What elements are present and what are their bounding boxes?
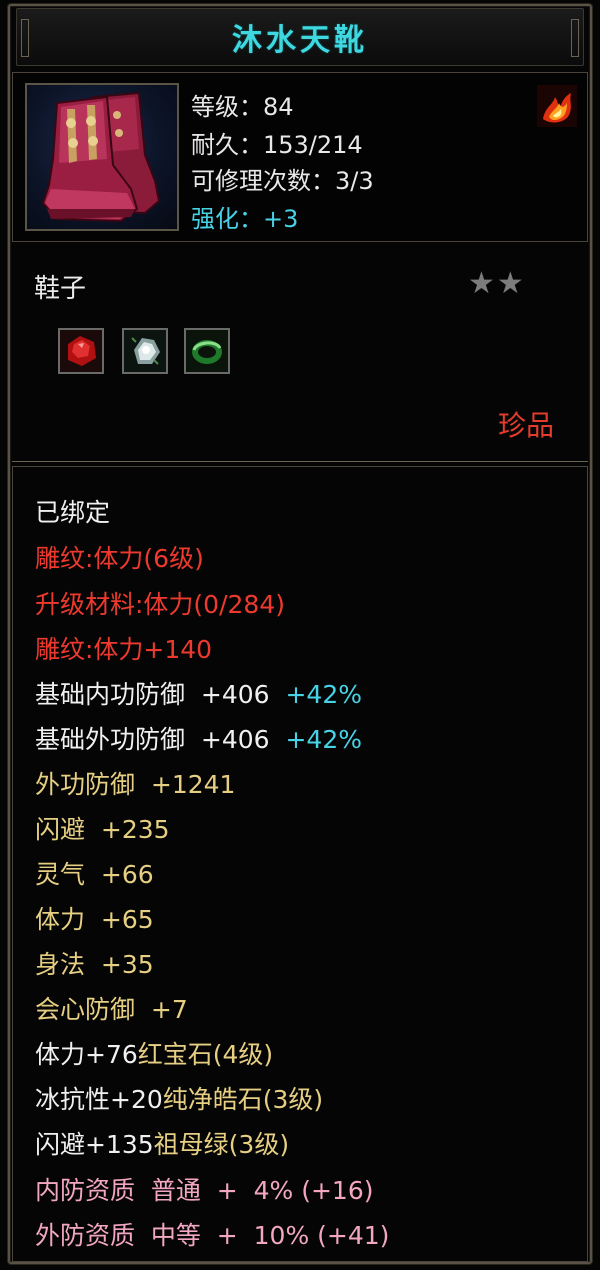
- item-quality: 珍品: [497, 409, 554, 442]
- base-outer-defense-label: 基础外功防御 +406: [35, 725, 270, 754]
- attribute-line: 体力 +65: [35, 905, 154, 934]
- item-enhance: 强化：+3: [191, 205, 299, 233]
- base-inner-defense-label: 基础内功防御 +406: [35, 680, 270, 709]
- flame-icon: [537, 85, 577, 127]
- item-repair-count: 可修理次数：3/3: [191, 167, 374, 195]
- socket-line: 体力+76红宝石(4级): [35, 1035, 273, 1071]
- attribute-line: 会心防御 +7: [35, 995, 188, 1024]
- white-diamond-gem-icon[interactable]: [122, 328, 168, 374]
- item-durability: 耐久：153/214: [191, 131, 363, 159]
- item-tooltip: 沐水天靴 等级：84 耐久：153/214 可修理次数：3/3 强化：+3 鞋子…: [0, 0, 600, 1270]
- base-inner-defense-bonus: +42%: [285, 680, 362, 709]
- bound-status: 已绑定: [35, 498, 111, 527]
- item-type: 鞋子: [34, 274, 87, 304]
- engraving-upgrade-material: 升级材料:体力(0/284): [35, 590, 285, 619]
- socket-gem: 红宝石(4级): [137, 1040, 274, 1069]
- base-inner-defense: 基础内功防御 +406 +42%: [35, 675, 362, 711]
- socket-gem: 祖母绿(3级): [153, 1130, 290, 1159]
- attribute-line: 灵气 +66: [35, 860, 154, 889]
- attribute-line: 闪避 +235: [35, 815, 170, 844]
- attribute-line: 身法 +35: [35, 950, 154, 979]
- item-attributes-panel: 已绑定 雕纹:体力(6级) 升级材料:体力(0/284) 雕纹:体力+140 基…: [12, 461, 588, 1262]
- socket-stat: 冰抗性+20: [35, 1085, 163, 1114]
- socket-stat: 体力+76: [35, 1040, 138, 1069]
- outer-defense-aptitude: 外防资质 中等 + 10% (+41): [35, 1221, 390, 1250]
- inner-defense-aptitude: 内防资质 普通 + 4% (+16): [35, 1176, 374, 1205]
- socket-stat: 闪避+135: [35, 1130, 154, 1159]
- title-bar: 沐水天靴: [16, 8, 584, 66]
- red-ruby-gem-icon[interactable]: [58, 328, 104, 374]
- socket-line: 闪避+135祖母绿(3级): [35, 1125, 289, 1161]
- item-name: 沐水天靴: [232, 23, 368, 58]
- base-outer-defense-bonus: +42%: [285, 725, 362, 754]
- boots-item-icon: [25, 83, 179, 231]
- attribute-line: 外功防御 +1241: [35, 770, 236, 799]
- star-rating: ★★: [468, 266, 526, 301]
- base-outer-defense: 基础外功防御 +406 +42%: [35, 720, 362, 756]
- item-level: 等级：84: [191, 93, 294, 121]
- socket-gem: 纯净皓石(3级): [162, 1085, 324, 1114]
- engraving-bonus: 雕纹:体力+140: [35, 635, 213, 664]
- item-header-panel: 等级：84 耐久：153/214 可修理次数：3/3 强化：+3: [12, 72, 588, 242]
- socket-line: 冰抗性+20纯净皓石(3级): [35, 1080, 323, 1116]
- green-emerald-gem-icon[interactable]: [184, 328, 230, 374]
- engraving-level: 雕纹:体力(6级): [35, 544, 204, 573]
